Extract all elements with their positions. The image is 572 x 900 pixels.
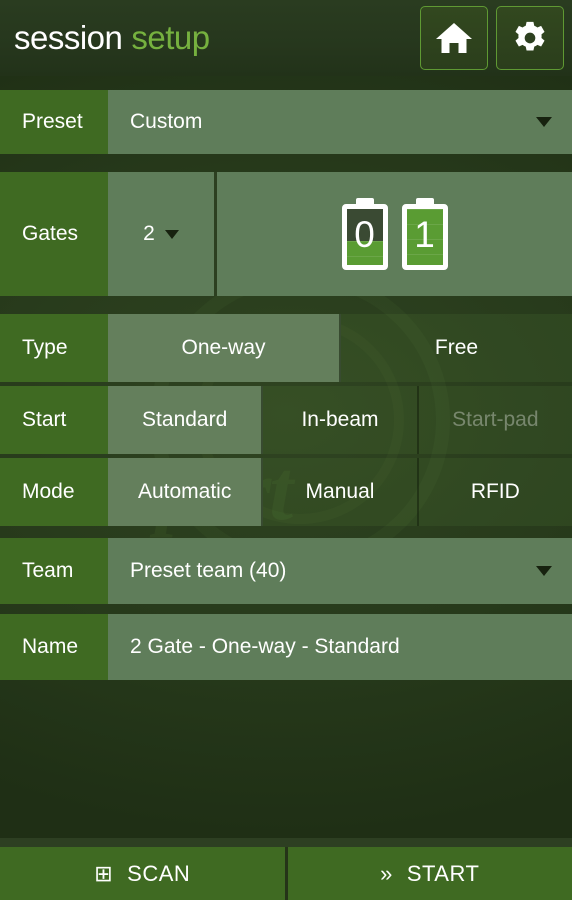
- preset-value: Custom: [130, 110, 203, 133]
- start-button[interactable]: » START: [287, 847, 572, 900]
- double-chevron-right-icon: »: [380, 860, 393, 886]
- gates-count-select[interactable]: 2: [108, 172, 217, 296]
- start-option-start-pad: Start-pad: [418, 386, 572, 454]
- row-type: Type One-way Free: [0, 314, 572, 382]
- gates-count-value: 2: [143, 222, 155, 245]
- header-actions: [420, 6, 564, 70]
- home-button[interactable]: [420, 6, 488, 70]
- preset-select[interactable]: Custom: [108, 90, 572, 154]
- row-preset: Preset Custom: [0, 90, 572, 154]
- scan-button[interactable]: ⊞ SCAN: [0, 847, 288, 900]
- scan-button-label: SCAN: [127, 860, 191, 886]
- team-value: Preset team (40): [130, 559, 287, 582]
- battery-indicator[interactable]: 0: [341, 198, 388, 270]
- label-mode: Mode: [0, 458, 108, 526]
- grid-plus-icon: ⊞: [94, 860, 114, 886]
- row-name: Name 2 Gate - One-way - Standard: [0, 614, 572, 680]
- chevron-down-icon: [164, 229, 179, 239]
- mode-option-rfid[interactable]: RFID: [418, 458, 572, 526]
- chevron-down-icon: [536, 566, 552, 576]
- name-input[interactable]: 2 Gate - One-way - Standard: [108, 614, 572, 680]
- row-spacer: [0, 300, 572, 314]
- row-gates: Gates 2 0 1: [0, 172, 572, 296]
- row-spacer: [0, 158, 572, 172]
- mode-option-manual[interactable]: Manual: [263, 458, 419, 526]
- label-gates: Gates: [0, 172, 108, 296]
- page-title: session setup: [14, 19, 210, 57]
- row-start: Start Standard In-beam Start-pad: [0, 386, 572, 454]
- type-option-group: One-way Free: [108, 314, 572, 382]
- settings-rows: Preset Custom Gates 2 0 1 Type One-way F…: [0, 76, 572, 680]
- page-title-primary: session: [14, 19, 123, 56]
- battery-gate-number: 1: [414, 213, 435, 255]
- type-option-free[interactable]: Free: [341, 314, 572, 382]
- row-spacer: [0, 76, 572, 90]
- label-team: Team: [0, 538, 108, 604]
- gear-icon: [511, 19, 549, 57]
- mode-option-group: Automatic Manual RFID: [108, 458, 572, 526]
- settings-button[interactable]: [496, 6, 564, 70]
- battery-gate-number: 0: [354, 213, 375, 255]
- chevron-down-icon: [536, 117, 552, 127]
- bottom-action-bar: ⊞ SCAN » START: [0, 838, 572, 900]
- start-option-in-beam[interactable]: In-beam: [263, 386, 419, 454]
- label-name: Name: [0, 614, 108, 680]
- session-setup-screen: nuTsport sessionsetup: [0, 0, 572, 900]
- start-option-standard[interactable]: Standard: [108, 386, 264, 454]
- row-spacer: [0, 530, 572, 538]
- gates-battery-list: 0 1: [217, 172, 572, 296]
- battery-indicator[interactable]: 1: [401, 198, 448, 270]
- mode-option-automatic[interactable]: Automatic: [108, 458, 264, 526]
- start-option-group: Standard In-beam Start-pad: [108, 386, 572, 454]
- home-icon: [435, 21, 473, 55]
- label-preset: Preset: [0, 90, 108, 154]
- start-button-label: START: [406, 860, 480, 886]
- label-type: Type: [0, 314, 108, 382]
- name-value: 2 Gate - One-way - Standard: [130, 635, 400, 658]
- app-header: session setup: [0, 0, 572, 76]
- label-start: Start: [0, 386, 108, 454]
- row-team: Team Preset team (40): [0, 538, 572, 604]
- row-mode: Mode Automatic Manual RFID: [0, 458, 572, 526]
- page-title-secondary: setup: [131, 19, 210, 56]
- team-select[interactable]: Preset team (40): [108, 538, 572, 604]
- type-option-one-way[interactable]: One-way: [108, 314, 341, 382]
